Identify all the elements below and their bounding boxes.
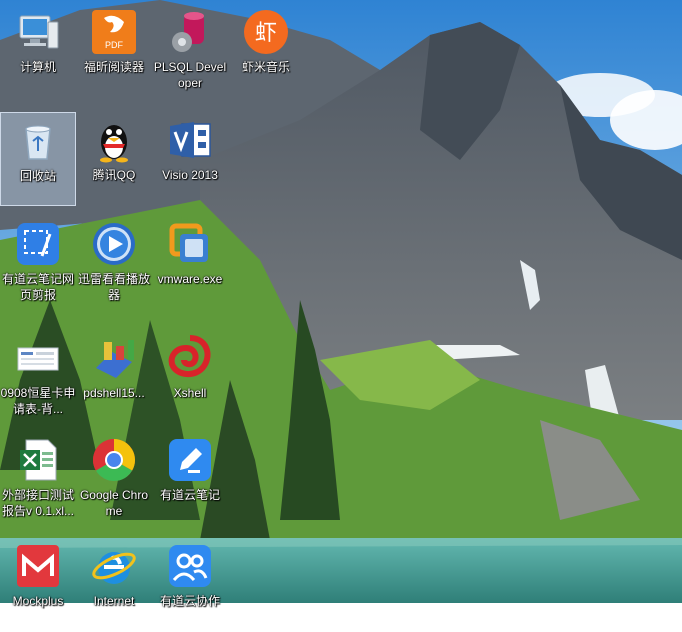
desktop-icon-label: 有道云笔记网页剪报	[1, 272, 74, 302]
desktop-icon-label: 外部接口测试报告v 0.1.xl...	[1, 488, 75, 518]
desktop-icon-label: 计算机	[19, 60, 56, 74]
desktop-icon-plsql-developer[interactable]: PLSQL Developer	[152, 4, 228, 98]
desktop-icon-google-chrome[interactable]: Google Chrome	[76, 432, 152, 526]
desktop-icon-label: 0908恒星卡申请表-背...	[0, 386, 76, 416]
desktop-icon-label: Internet	[93, 594, 135, 608]
desktop-icon-label: 腾讯QQ	[92, 168, 136, 182]
desktop-icon-label: pdshell15...	[83, 386, 145, 400]
foxit-pdf-icon: PDF	[90, 8, 138, 56]
mockplus-icon	[14, 542, 62, 590]
youdao-web-clipper-icon	[14, 220, 62, 268]
visio-icon	[166, 116, 214, 164]
svg-text:PDF: PDF	[105, 40, 124, 50]
pdshell-icon	[90, 334, 138, 382]
xunlei-player-icon	[90, 220, 138, 268]
desktop-icon-xunlei-player[interactable]: 迅雷看看播放器	[76, 216, 152, 310]
desktop-icon-xshell[interactable]: Xshell	[152, 330, 228, 424]
desktop-icon-label: Mockplus	[12, 594, 64, 608]
desktop-icon-label: Visio 2013	[162, 168, 218, 182]
youdao-note-icon	[166, 436, 214, 484]
desktop-icon-label: 有道云笔记	[159, 488, 220, 502]
xiami-music-icon: 虾	[242, 8, 290, 56]
desktop-icon-label: vmware.exe	[157, 272, 223, 286]
desktop-icon-visio[interactable]: Visio 2013	[152, 112, 228, 206]
qq-penguin-icon	[90, 116, 138, 164]
desktop-icon-xiami-music[interactable]: 虾 虾米音乐	[228, 4, 304, 98]
document-thumbnail-icon	[14, 334, 62, 382]
chrome-icon	[90, 436, 138, 484]
desktop-icon-internet-explorer[interactable]: Internet	[76, 538, 152, 632]
recycle-bin-icon	[14, 117, 62, 165]
desktop-icon-pdshell[interactable]: pdshell15...	[76, 330, 152, 424]
xshell-icon	[166, 334, 214, 382]
desktop-icon-label: PLSQL Developer	[153, 60, 227, 90]
computer-icon	[14, 8, 62, 56]
desktop-icon-recycle-bin[interactable]: 回收站	[0, 112, 76, 206]
desktop-icon-label: 迅雷看看播放器	[77, 272, 150, 302]
plsql-developer-icon	[166, 8, 214, 56]
desktop-icon-document[interactable]: 0908恒星卡申请表-背...	[0, 330, 76, 424]
desktop-icon-label: 有道云协作	[159, 594, 220, 608]
desktop-icon-label: Xshell	[173, 386, 207, 400]
svg-text:虾: 虾	[255, 21, 277, 46]
desktop-icon-computer[interactable]: 计算机	[0, 4, 76, 98]
desktop-icon-qq[interactable]: 腾讯QQ	[76, 112, 152, 206]
desktop-icon-label: Google Chrome	[79, 488, 149, 518]
internet-explorer-icon	[90, 542, 138, 590]
desktop-icon-foxit-reader[interactable]: PDF 福昕阅读器	[76, 4, 152, 98]
desktop-icon-label: 回收站	[19, 169, 56, 183]
desktop-icon-label: 虾米音乐	[241, 60, 290, 74]
vmware-icon	[166, 220, 214, 268]
desktop-icon-vmware[interactable]: vmware.exe	[152, 216, 228, 310]
youdao-collab-icon	[166, 542, 214, 590]
desktop-icon-label: 福昕阅读器	[83, 60, 144, 74]
excel-file-icon	[14, 436, 62, 484]
desktop-icon-mockplus[interactable]: Mockplus	[0, 538, 76, 632]
desktop-icon-youdao-collab[interactable]: 有道云协作	[152, 538, 228, 632]
desktop-icon-youdao-note[interactable]: 有道云笔记	[152, 432, 228, 526]
desktop-icon-youdao-web-clipper[interactable]: 有道云笔记网页剪报	[0, 216, 76, 310]
desktop-icon-excel-file[interactable]: 外部接口测试报告v 0.1.xl...	[0, 432, 76, 526]
